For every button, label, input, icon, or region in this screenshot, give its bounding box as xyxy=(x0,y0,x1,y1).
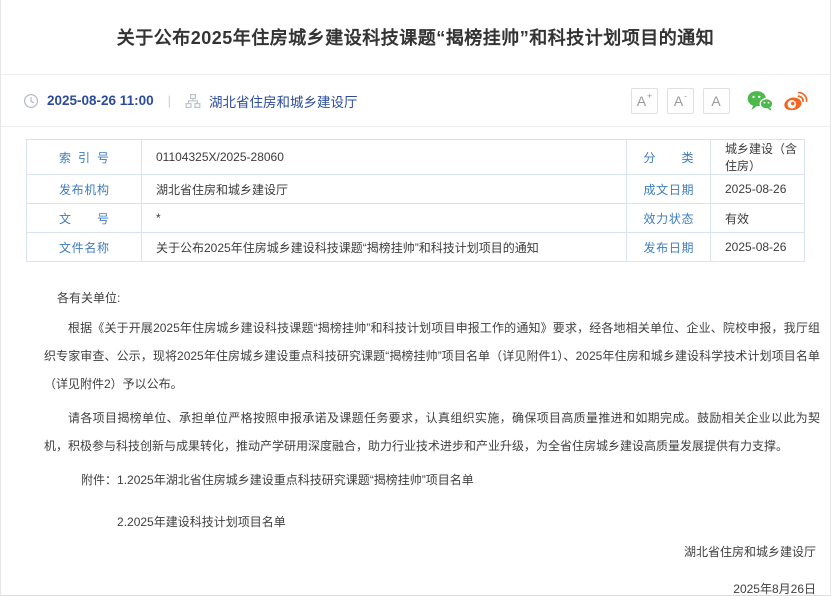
clock-icon xyxy=(23,93,39,109)
signature-date: 2025年8月26日 xyxy=(44,575,820,596)
attachments-label: 附件： xyxy=(81,466,117,536)
doc-name-value: 关于公布2025年住房城乡建设科技课题“揭榜挂帅”和科技计划项目的通知 xyxy=(142,233,627,262)
font-size-increase-button[interactable]: A+ xyxy=(631,88,658,114)
doc-number-value: * xyxy=(142,204,627,233)
page-title: 关于公布2025年住房城乡建设科技课题“揭榜挂帅”和科技计划项目的通知 xyxy=(117,24,715,50)
paragraph: 根据《关于开展2025年住房城乡建设科技课题“揭榜挂帅”和科技计划项目申报工作的… xyxy=(44,314,820,398)
category-label: 分类 xyxy=(627,140,711,175)
issuing-agency-label: 发布机构 xyxy=(27,175,142,204)
validity-status-label: 效力状态 xyxy=(627,204,711,233)
article-body: 各有关单位: 根据《关于开展2025年住房城乡建设科技课题“揭榜挂帅”和科技计划… xyxy=(1,284,830,596)
issuing-agency-value: 湖北省住房和城乡建设厅 xyxy=(142,175,627,204)
meta-left: 2025-08-26 11:00 | 湖北省住房和城乡建设厅 xyxy=(23,91,357,111)
attachment-item: 2.2025年建设科技计划项目名单 xyxy=(117,508,474,536)
meta-right: A+ A- A xyxy=(631,88,808,114)
validity-status-value: 有效 xyxy=(711,204,805,233)
document-header: 关于公布2025年住房城乡建设科技课题“揭榜挂帅”和科技计划项目的通知 xyxy=(1,0,830,75)
font-size-reset-button[interactable]: A xyxy=(703,88,730,114)
attachments-block: 附件： 1.2025年湖北省住房城乡建设重点科技研究课题“揭榜挂帅”项目名单 2… xyxy=(81,466,820,536)
sitemap-icon xyxy=(185,93,201,109)
index-number-value: 01104325X/2025-28060 xyxy=(142,140,627,175)
doc-name-label: 文件名称 xyxy=(27,233,142,262)
source-agency-link[interactable]: 湖北省住房和城乡建设厅 xyxy=(209,91,358,111)
document-info-table: 索引号 01104325X/2025-28060 分类 城乡建设（含住房） 发布… xyxy=(26,139,805,262)
table-row: 文件名称 关于公布2025年住房城乡建设科技课题“揭榜挂帅”和科技计划项目的通知… xyxy=(27,233,805,262)
attachment-item: 1.2025年湖北省住房城乡建设重点科技研究课题“揭榜挂帅”项目名单 xyxy=(117,466,474,494)
table-row: 文号 * 效力状态 有效 xyxy=(27,204,805,233)
written-date-value: 2025-08-26 xyxy=(711,175,805,204)
doc-number-label: 文号 xyxy=(27,204,142,233)
paragraph: 请各项目揭榜单位、承担单位严格按照申报承诺及课题任务要求，认真组织实施，确保项目… xyxy=(44,404,820,460)
index-number-label: 索引号 xyxy=(27,140,142,175)
weibo-share-icon[interactable] xyxy=(782,89,808,113)
attachments-list: 1.2025年湖北省住房城乡建设重点科技研究课题“揭榜挂帅”项目名单 2.202… xyxy=(117,466,474,536)
table-row: 发布机构 湖北省住房和城乡建设厅 成文日期 2025-08-26 xyxy=(27,175,805,204)
table-row: 索引号 01104325X/2025-28060 分类 城乡建设（含住房） xyxy=(27,140,805,175)
publish-datetime: 2025-08-26 11:00 xyxy=(47,93,154,108)
written-date-label: 成文日期 xyxy=(627,175,711,204)
meta-bar: 2025-08-26 11:00 | 湖北省住房和城乡建设厅 A+ A- A xyxy=(1,75,830,127)
signature-agency: 湖北省住房和城乡建设厅 xyxy=(44,538,820,566)
wechat-share-icon[interactable] xyxy=(747,89,773,113)
category-value: 城乡建设（含住房） xyxy=(711,140,805,175)
publish-date-label: 发布日期 xyxy=(627,233,711,262)
meta-separator: | xyxy=(162,93,177,108)
publish-date-value: 2025-08-26 xyxy=(711,233,805,262)
font-size-decrease-button[interactable]: A- xyxy=(667,88,694,114)
page-container: 关于公布2025年住房城乡建设科技课题“揭榜挂帅”和科技计划项目的通知 2025… xyxy=(0,0,831,596)
salutation: 各有关单位: xyxy=(44,284,820,312)
